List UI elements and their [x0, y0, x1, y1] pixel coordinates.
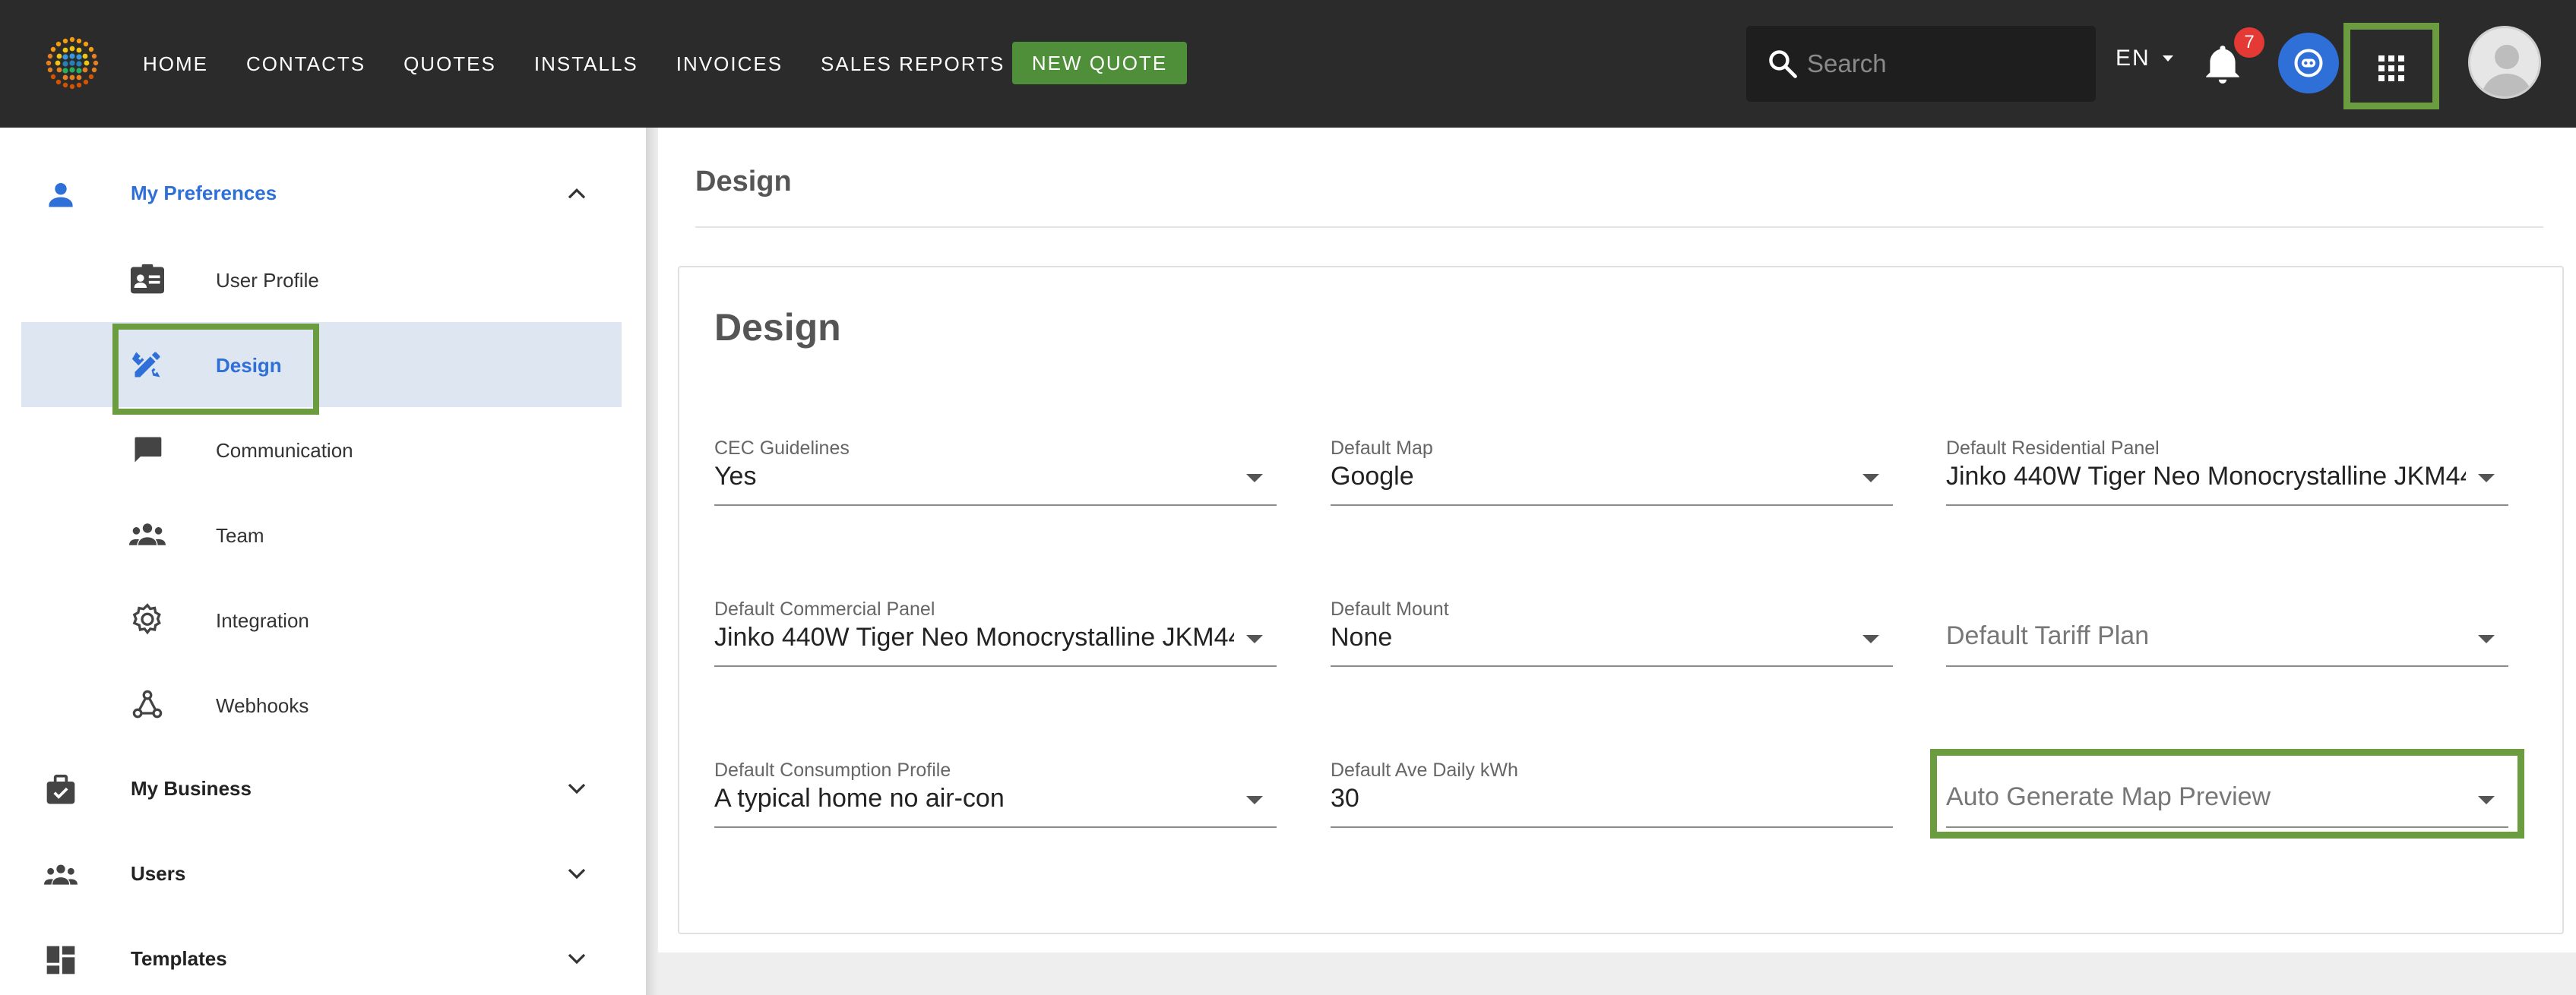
chevron-down-icon — [568, 953, 586, 965]
top-bar: HOME CONTACTS QUOTES INSTALLS INVOICES S… — [0, 0, 2576, 128]
default-consumption-profile-select[interactable]: Default Consumption Profile A typical ho… — [714, 760, 1277, 828]
dropdown-arrow-icon — [1862, 474, 1879, 482]
field-value: Jinko 440W Tiger Neo Monocrystalline JKM… — [714, 623, 1234, 652]
default-map-select[interactable]: Default Map Google — [1331, 437, 1893, 506]
field-placeholder: Default Tariff Plan — [1946, 621, 2150, 650]
dropdown-arrow-icon — [2478, 635, 2495, 643]
assistant-bot-button[interactable] — [2278, 33, 2339, 93]
robot-icon — [2294, 49, 2323, 77]
cec-guidelines-select[interactable]: CEC Guidelines Yes — [714, 437, 1277, 506]
caret-down-icon — [2162, 55, 2173, 62]
sidebar-section-templates[interactable]: Templates — [0, 916, 646, 995]
field-value: 30 — [1331, 784, 1359, 813]
default-avatar-icon — [2481, 45, 2533, 96]
card-title: Design — [714, 306, 841, 349]
notification-count-badge: 7 — [2234, 27, 2264, 58]
field-value: Yes — [714, 462, 757, 491]
sidebar-item-label: Communication — [216, 439, 353, 462]
search-icon — [1769, 50, 1797, 78]
nav-sales-reports[interactable]: SALES REPORTS — [821, 52, 1005, 76]
default-ave-daily-kwh-input[interactable]: Default Ave Daily kWh 30 — [1331, 760, 1893, 828]
users-group-icon — [44, 864, 78, 885]
default-commercial-panel-select[interactable]: Default Commercial Panel Jinko 440W Tige… — [714, 599, 1277, 667]
field-value: A typical home no air-con — [714, 784, 1005, 813]
field-label: Default Commercial Panel — [714, 599, 935, 620]
field-label: Default Mount — [1331, 599, 1449, 620]
default-mount-select[interactable]: Default Mount None — [1331, 599, 1893, 667]
apps-launcher-button[interactable] — [2343, 23, 2439, 109]
chevron-down-icon — [568, 783, 586, 794]
sidebar-item-design[interactable]: Design — [21, 322, 622, 407]
sidebar-item-label: Integration — [216, 609, 309, 632]
design-highlight-box — [112, 324, 319, 415]
field-value: Google — [1331, 462, 1414, 491]
sidebar-item-label: Team — [216, 524, 264, 547]
sidebar-section-label: Users — [131, 861, 186, 885]
dropdown-arrow-icon — [1246, 796, 1263, 804]
language-label: EN — [2116, 46, 2150, 71]
field-label: Default Map — [1331, 437, 1433, 459]
search-box — [1746, 26, 2096, 102]
dropdown-arrow-icon — [2478, 474, 2495, 482]
nav-home[interactable]: HOME — [143, 52, 208, 76]
person-icon — [49, 182, 73, 207]
new-quote-button[interactable]: NEW QUOTE — [1012, 42, 1187, 84]
sidebar-item-webhooks[interactable]: Webhooks — [21, 662, 622, 747]
team-icon — [129, 523, 166, 545]
dropdown-arrow-icon — [1246, 635, 1263, 643]
field-label: Default Residential Panel — [1946, 437, 2160, 459]
main-nav: HOME CONTACTS QUOTES INSTALLS INVOICES S… — [143, 0, 1043, 128]
sidebar-item-label: Webhooks — [216, 694, 309, 717]
sidebar-section-label: My Preferences — [131, 181, 277, 204]
sidebar-item-communication[interactable]: Communication — [21, 407, 622, 492]
sidebar-section-my-preferences[interactable]: My Preferences — [0, 150, 646, 235]
default-residential-panel-select[interactable]: Default Residential Panel Jinko 440W Tig… — [1946, 437, 2508, 506]
nav-installs[interactable]: INSTALLS — [534, 52, 638, 76]
chevron-down-icon — [568, 868, 586, 880]
id-card-icon — [131, 264, 164, 294]
grid-apps-icon — [2378, 55, 2404, 81]
company-logo[interactable] — [44, 35, 100, 91]
user-avatar[interactable] — [2468, 26, 2541, 99]
dropdown-arrow-icon — [1246, 474, 1263, 482]
page-title: Design — [695, 166, 792, 197]
templates-icon — [46, 946, 75, 974]
sidebar-section-label: My Business — [131, 776, 252, 800]
sidebar-section-users[interactable]: Users — [0, 831, 646, 916]
title-divider — [695, 226, 2543, 228]
sidebar-item-label: User Profile — [216, 269, 319, 292]
field-value: None — [1331, 623, 1393, 652]
nav-quotes[interactable]: QUOTES — [403, 52, 496, 76]
nav-contacts[interactable]: CONTACTS — [246, 52, 366, 76]
field-label: Default Ave Daily kWh — [1331, 760, 1518, 781]
field-label: Default Consumption Profile — [714, 760, 951, 781]
settings-gear-icon — [132, 603, 161, 635]
language-selector[interactable]: EN — [2116, 46, 2173, 71]
sidebar-section-label: Templates — [131, 946, 227, 970]
default-tariff-plan-select[interactable]: Default Tariff Plan — [1946, 599, 2508, 667]
field-label: CEC Guidelines — [714, 437, 850, 459]
sidebar-section-my-business[interactable]: My Business — [0, 746, 646, 831]
page-background — [658, 952, 2576, 995]
dropdown-arrow-icon — [1862, 635, 1879, 643]
sidebar-item-team[interactable]: Team — [21, 492, 622, 577]
auto-generate-highlight-box — [1930, 749, 2524, 839]
search-input[interactable] — [1807, 43, 2073, 85]
sidebar-item-integration[interactable]: Integration — [21, 577, 622, 662]
sidebar-divider — [646, 128, 658, 995]
chat-bubble-icon — [134, 437, 162, 463]
webhook-icon — [132, 690, 163, 719]
business-case-icon — [46, 774, 75, 804]
nav-invoices[interactable]: INVOICES — [676, 52, 783, 76]
sidebar-item-user-profile[interactable]: User Profile — [21, 237, 622, 322]
field-value: Jinko 440W Tiger Neo Monocrystalline JKM… — [1946, 462, 2466, 491]
chevron-up-icon — [568, 188, 586, 199]
